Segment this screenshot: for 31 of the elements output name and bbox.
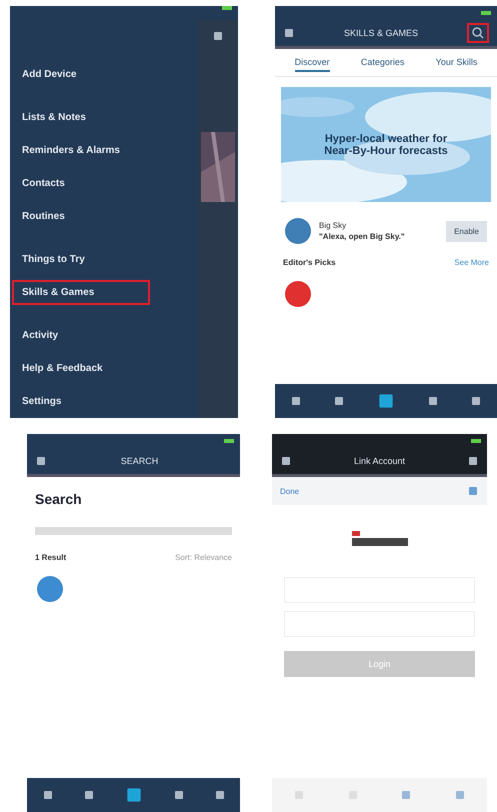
skill-name: Big Sky <box>319 221 348 230</box>
search-heading: Search <box>34 490 83 509</box>
search-field[interactable] <box>35 527 232 535</box>
see-more-link[interactable]: See More <box>454 258 489 267</box>
menu-item[interactable]: Routines <box>12 204 150 229</box>
banner-text: Hyper-local weather for Near-By-Hour forecasts <box>323 132 449 156</box>
skill-icon <box>37 576 63 602</box>
logo <box>350 529 410 549</box>
tab[interactable]: Your Skills <box>436 57 478 72</box>
result-count: 1 Result <box>35 553 66 562</box>
screen-title: Link Account <box>354 456 406 466</box>
menu-item[interactable]: Lists & Notes <box>12 105 150 130</box>
menu-item[interactable]: Skills & Games <box>12 280 150 305</box>
screen-title: SKILLS & GAMES <box>344 28 418 38</box>
menu-item[interactable]: Activity <box>12 323 150 348</box>
skill-icon <box>285 218 311 244</box>
screen-title: SEARCH <box>120 456 158 466</box>
menu-item[interactable]: Reminders & Alarms <box>12 138 150 163</box>
tab[interactable]: Discover <box>294 57 330 72</box>
done-link[interactable]: Done <box>280 486 300 496</box>
menu-item[interactable]: Settings <box>12 389 150 414</box>
menu-item[interactable]: Add Device <box>12 62 150 87</box>
skill-icon <box>285 281 311 307</box>
skill-phrase: "Alexa, open Big Sky." <box>319 232 406 241</box>
section-title: Editor's Picks <box>283 258 336 267</box>
menu-item[interactable]: Things to Try <box>12 247 150 272</box>
menu-item[interactable]: Help & Feedback <box>12 356 150 381</box>
menu-item[interactable]: Contacts <box>12 171 150 196</box>
tab[interactable]: Categories <box>360 57 404 72</box>
enable-button[interactable]: Enable <box>446 220 487 242</box>
search-icon[interactable] <box>467 23 489 43</box>
